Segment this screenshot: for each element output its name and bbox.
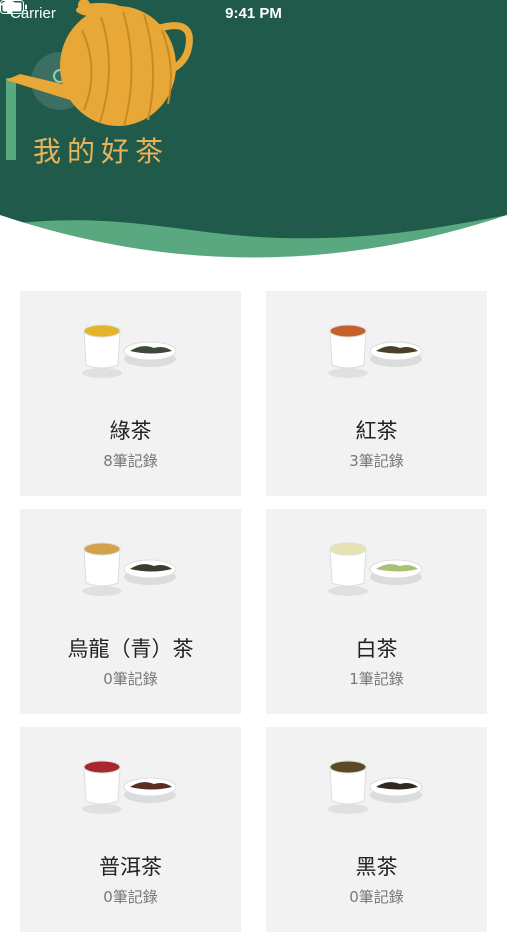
tea-category-name: 黑茶 bbox=[355, 855, 398, 879]
tea-category-card[interactable]: 烏龍（青）茶 0筆記錄 bbox=[20, 509, 241, 714]
tea-category-name: 紅茶 bbox=[355, 419, 398, 443]
tea-record-count: 0筆記錄 bbox=[349, 888, 404, 906]
tea-liquor bbox=[329, 324, 367, 338]
tea-liquor bbox=[83, 542, 121, 556]
tea-record-count: 0筆記錄 bbox=[103, 670, 158, 688]
tea-liquor bbox=[329, 760, 367, 774]
tea-liquor bbox=[83, 324, 121, 338]
tea-category-name: 普洱茶 bbox=[99, 855, 162, 879]
tea-category-name: 白茶 bbox=[355, 637, 398, 661]
tea-category-name: 綠茶 bbox=[109, 419, 152, 443]
tea-record-count: 8筆記錄 bbox=[103, 452, 158, 470]
tea-record-count: 0筆記錄 bbox=[103, 888, 158, 906]
tea-cup-icon bbox=[82, 760, 177, 814]
tea-liquor bbox=[83, 760, 121, 774]
tea-category-card[interactable]: 白茶 1筆記錄 bbox=[266, 509, 487, 714]
tea-record-count: 3筆記錄 bbox=[349, 452, 404, 470]
tea-category-name: 烏龍（青）茶 bbox=[67, 637, 194, 661]
tea-cup-icon bbox=[82, 542, 177, 596]
tea-category-card[interactable]: 紅茶 3筆記錄 bbox=[266, 291, 487, 496]
tea-category-card[interactable]: 普洱茶 0筆記錄 bbox=[20, 727, 241, 932]
tea-cup-icon bbox=[82, 324, 177, 378]
teapot-illustration bbox=[6, 0, 193, 160]
header: Carrier 9:41 PM 我的好茶 bbox=[0, 0, 507, 280]
tea-cup-icon bbox=[328, 542, 423, 596]
tea-record-count: 1筆記錄 bbox=[349, 670, 404, 688]
tea-cup-icon bbox=[328, 760, 423, 814]
tea-category-card[interactable]: 黑茶 0筆記錄 bbox=[266, 727, 487, 932]
tea-category-card[interactable]: 綠茶 8筆記錄 bbox=[20, 291, 241, 496]
tea-liquor bbox=[329, 542, 367, 556]
tea-cup-icon bbox=[328, 324, 423, 378]
